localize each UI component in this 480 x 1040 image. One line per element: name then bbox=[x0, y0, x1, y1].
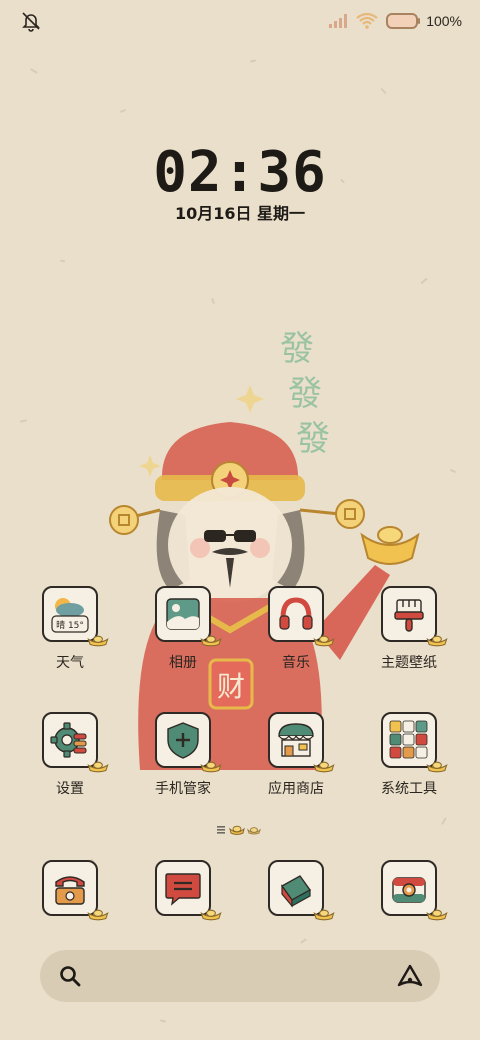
page-dot-menu bbox=[217, 826, 225, 834]
app-label: 天气 bbox=[56, 655, 84, 671]
app-weather[interactable]: 晴 15° 天气 bbox=[15, 586, 125, 672]
app-store[interactable]: 应用商店 bbox=[241, 712, 351, 798]
app-label: 应用商店 bbox=[268, 781, 324, 797]
ingot-icon bbox=[313, 761, 335, 773]
svg-text:發: 發 bbox=[296, 419, 330, 459]
wallpaper-fa-text: 發 bbox=[280, 330, 314, 369]
ingot-icon bbox=[87, 761, 109, 773]
ingot-icon bbox=[426, 909, 448, 921]
assistant-icon[interactable] bbox=[396, 962, 424, 990]
app-gallery[interactable]: 相册 bbox=[128, 586, 238, 672]
telephone-icon bbox=[42, 860, 109, 921]
camera-icon bbox=[381, 860, 448, 921]
clock-date[interactable]: 10月16日 星期一 bbox=[0, 200, 480, 224]
battery-percentage: 100% bbox=[426, 13, 462, 29]
page-dot-active bbox=[229, 825, 245, 835]
signal-icon bbox=[329, 14, 348, 28]
ingot-icon bbox=[200, 635, 222, 647]
ingot-icon bbox=[200, 909, 222, 921]
ingot-icon bbox=[87, 909, 109, 921]
ingot-icon bbox=[426, 761, 448, 773]
app-label: 系统工具 bbox=[381, 781, 437, 797]
folder-grid-icon bbox=[381, 712, 448, 773]
shield-icon bbox=[155, 712, 222, 773]
app-phone-manager[interactable]: 手机管家 bbox=[128, 712, 238, 798]
ingot-icon bbox=[87, 635, 109, 647]
app-label: 主题壁纸 bbox=[381, 655, 437, 671]
ingot-icon bbox=[426, 635, 448, 647]
app-label: 手机管家 bbox=[155, 781, 211, 797]
gallery-icon bbox=[155, 586, 222, 647]
gear-icon bbox=[42, 712, 109, 773]
svg-text:發: 發 bbox=[288, 374, 322, 414]
ingot-icon bbox=[313, 909, 335, 921]
app-label: 音乐 bbox=[282, 655, 310, 671]
wallpaper-cai-text: 财 bbox=[217, 670, 245, 703]
dock-camera[interactable] bbox=[354, 860, 464, 921]
battery-icon bbox=[386, 13, 421, 29]
app-settings[interactable]: 设置 bbox=[15, 712, 125, 798]
status-icons: 100% bbox=[328, 10, 462, 32]
app-label: 相册 bbox=[169, 655, 197, 671]
dock-browser[interactable] bbox=[241, 860, 351, 921]
search-icon[interactable] bbox=[58, 964, 82, 988]
app-music[interactable]: 音乐 bbox=[241, 586, 351, 672]
search-bar[interactable] bbox=[40, 950, 440, 1002]
app-label: 设置 bbox=[56, 781, 84, 797]
store-icon bbox=[268, 712, 335, 773]
dock-phone[interactable] bbox=[15, 860, 125, 921]
bell-off-icon bbox=[20, 10, 42, 32]
page-dot-inactive bbox=[246, 827, 262, 835]
headphones-icon bbox=[268, 586, 335, 647]
ingot-icon bbox=[200, 761, 222, 773]
app-system-tools[interactable]: 系统工具 bbox=[354, 712, 464, 798]
ingot-icon bbox=[313, 635, 335, 647]
status-bar: 100% bbox=[0, 0, 480, 40]
app-themes[interactable]: 主题壁纸 bbox=[354, 586, 464, 672]
browser-icon bbox=[268, 860, 335, 921]
wifi-icon bbox=[356, 13, 378, 29]
message-icon bbox=[155, 860, 222, 921]
weather-badge-text: 晴 15° bbox=[56, 619, 84, 631]
page-indicator[interactable] bbox=[0, 822, 480, 841]
weather-icon: 晴 15° bbox=[42, 586, 109, 647]
clock-time[interactable]: 02:36 bbox=[0, 140, 480, 205]
paintbrush-icon bbox=[381, 586, 448, 647]
dock-messages[interactable] bbox=[128, 860, 238, 921]
